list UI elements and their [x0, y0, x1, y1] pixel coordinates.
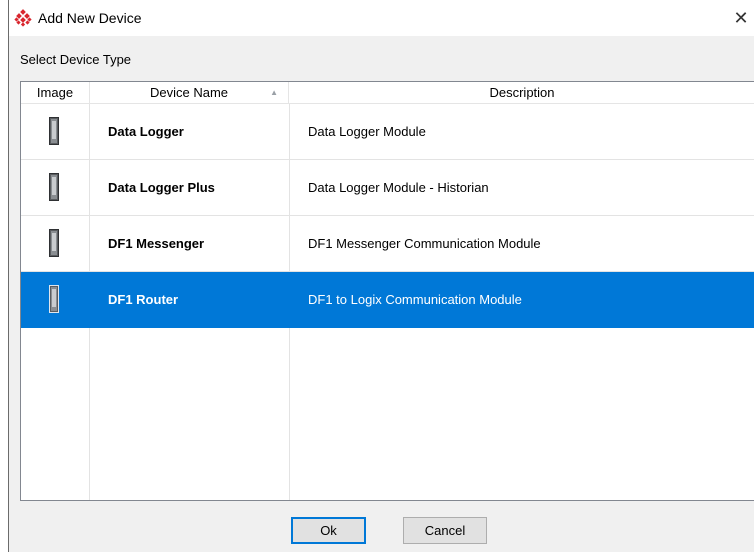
- device-module-icon: [49, 117, 59, 145]
- column-divider: [89, 328, 90, 500]
- column-divider: [289, 328, 290, 500]
- row-description: DF1 Messenger Communication Module: [289, 216, 754, 271]
- table-row[interactable]: Data Logger Plus Data Logger Module - Hi…: [21, 160, 754, 216]
- row-device-name: Data Logger Plus: [108, 180, 215, 195]
- row-image-cell: [21, 160, 90, 215]
- row-image-cell: [21, 104, 90, 159]
- device-module-icon: [49, 229, 59, 257]
- device-type-list[interactable]: Image Device Name ▲ Description Data Log…: [20, 81, 754, 501]
- row-description: Data Logger Module: [289, 104, 754, 159]
- row-image-cell: [21, 272, 90, 327]
- ok-button[interactable]: Ok: [291, 517, 366, 544]
- list-header: Image Device Name ▲ Description: [21, 82, 754, 104]
- row-device-name: DF1 Router: [108, 292, 179, 307]
- table-row-selected[interactable]: DF1 Router DF1 to Logix Communication Mo…: [21, 272, 754, 328]
- sort-ascending-icon: ▲: [270, 88, 278, 97]
- title-bar[interactable]: Add New Device ✕: [9, 0, 754, 36]
- row-device-name: DF1 Messenger: [108, 236, 205, 251]
- column-header-description[interactable]: Description: [289, 82, 754, 103]
- table-row[interactable]: Data Logger Data Logger Module: [21, 104, 754, 160]
- column-header-image[interactable]: Image: [21, 82, 90, 103]
- close-button[interactable]: ✕: [728, 4, 754, 32]
- select-device-type-label: Select Device Type: [20, 52, 132, 67]
- column-header-device-name-label: Device Name: [149, 85, 229, 100]
- add-new-device-dialog: Add New Device ✕ Select Device Type Imag…: [8, 0, 754, 552]
- window-title: Add New Device: [38, 10, 142, 26]
- column-header-device-name[interactable]: Device Name ▲: [90, 82, 289, 103]
- table-row[interactable]: DF1 Messenger DF1 Messenger Communicatio…: [21, 216, 754, 272]
- cancel-button[interactable]: Cancel: [403, 517, 487, 544]
- device-module-icon: [49, 285, 59, 313]
- device-module-icon: [49, 173, 59, 201]
- app-logo-icon: [14, 9, 32, 27]
- row-description: DF1 to Logix Communication Module: [289, 272, 754, 327]
- row-image-cell: [21, 216, 90, 271]
- row-description: Data Logger Module - Historian: [289, 160, 754, 215]
- row-device-name: Data Logger: [108, 124, 184, 139]
